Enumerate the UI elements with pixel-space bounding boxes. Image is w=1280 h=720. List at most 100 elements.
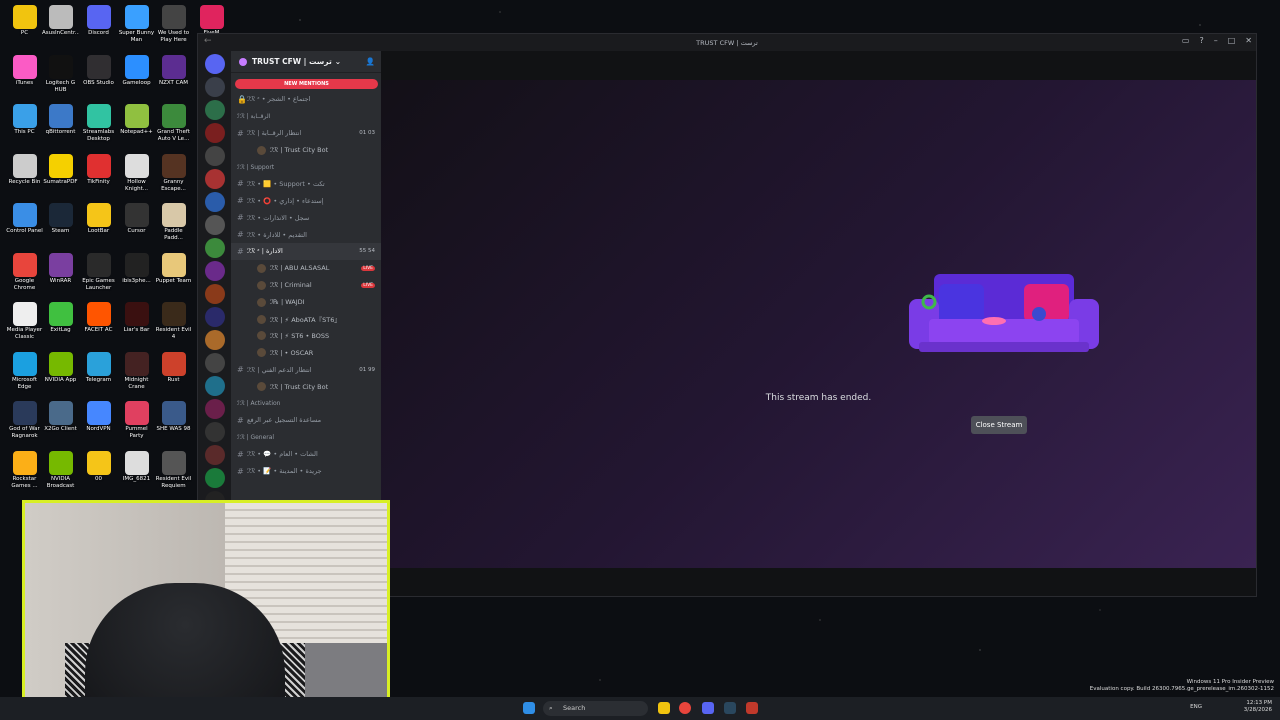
desktop-icon[interactable]: 00 — [80, 451, 117, 490]
voice-member[interactable]: ℐℛ | ⚡ AboATA『ST6』 — [231, 311, 381, 328]
desktop-icon[interactable]: Notepad++ — [118, 104, 155, 143]
desktop-icon[interactable]: LootBar — [80, 203, 117, 242]
server-icon[interactable] — [204, 468, 225, 488]
desktop-icon[interactable]: Hollow Knight... — [118, 154, 155, 193]
desktop-icon[interactable]: Gameloop — [118, 55, 155, 94]
desktop-icon[interactable]: Recycle Bin — [6, 154, 43, 193]
server-icon[interactable] — [204, 54, 225, 74]
desktop-icon[interactable]: Steam — [42, 203, 79, 242]
channel-item[interactable]: # ℐℛ • 🟨 • Support • تكت — [231, 175, 381, 192]
voice-member[interactable]: ℐ℞ | WAJDI — [231, 294, 381, 311]
desktop-icon[interactable]: God of War Ragnarok — [6, 401, 43, 440]
server-icon[interactable] — [204, 284, 225, 304]
server-header[interactable]: TRUST CFW | ترست ⌄ 👤 — [231, 51, 381, 73]
desktop-icon[interactable]: NordVPN — [80, 401, 117, 440]
windows-start-icon[interactable] — [523, 702, 535, 714]
server-icon[interactable] — [204, 376, 225, 396]
desktop-icon[interactable]: FACEIT AC — [80, 302, 117, 341]
desktop-icon[interactable]: Liar's Bar — [118, 302, 155, 341]
server-icon[interactable] — [204, 77, 225, 97]
desktop-icon[interactable]: Midnight Crane — [118, 352, 155, 391]
desktop-icon[interactable]: iTunes — [6, 55, 43, 94]
chrome-icon[interactable] — [679, 702, 691, 714]
desktop-icon[interactable]: Google Chrome — [6, 253, 43, 292]
channel-category[interactable]: ℐℛ | General — [231, 429, 381, 446]
desktop-icon[interactable]: Granny Escape... — [155, 154, 192, 193]
desktop-icon[interactable]: Resident Evil 4 — [155, 302, 192, 341]
desktop-icon[interactable]: SumatraPDF — [42, 154, 79, 193]
server-icon[interactable] — [204, 307, 225, 327]
new-mentions-banner[interactable]: NEW MENTIONS — [235, 79, 378, 89]
desktop-icon[interactable]: IMG_6821 — [118, 451, 155, 490]
desktop-icon[interactable]: Grand Theft Auto V Le... — [155, 104, 192, 143]
channel-item[interactable]: # مساعدة التسجيل عبر الرفع — [231, 412, 381, 429]
desktop-icon[interactable]: Paddle Padd... — [155, 203, 192, 242]
channel-item[interactable]: # ℐℛ ᶻ | الادارة 55 54 — [231, 243, 381, 260]
channel-category[interactable]: ℐℛ | الرقــابة — [231, 108, 381, 125]
desktop-icon[interactable]: Discord — [80, 5, 117, 44]
desktop-icon[interactable]: This PC — [6, 104, 43, 143]
system-tray[interactable]: ENG 12:13 PM 3/28/2026 — [1190, 700, 1272, 714]
server-icon[interactable] — [204, 445, 225, 465]
close-window-button[interactable]: ✕ — [1245, 36, 1252, 45]
voice-member[interactable]: ℐℛ | ⚡ ST6 • BOSS — [231, 327, 381, 344]
channel-item[interactable]: # ℐℛ • ⭕ • إستدعاء • إداري — [231, 192, 381, 209]
server-icon[interactable] — [204, 399, 225, 419]
voice-member[interactable]: ℐℛ | Trust City Bot — [231, 378, 381, 395]
desktop-icon[interactable]: Media Player Classic — [6, 302, 43, 341]
help-icon[interactable]: ? — [1199, 36, 1203, 45]
file-explorer-icon[interactable] — [658, 702, 670, 714]
desktop-icon[interactable]: AsusInCentr... — [42, 5, 79, 44]
desktop-icon[interactable]: ExitLag — [42, 302, 79, 341]
app-taskbar-icon[interactable] — [746, 702, 758, 714]
desktop-icon[interactable]: NVIDIA App — [42, 352, 79, 391]
server-icon[interactable] — [204, 100, 225, 120]
server-icon[interactable] — [204, 422, 225, 442]
channel-item[interactable]: # ℐℛ | انتظار الدعم الفني 01 99 — [231, 361, 381, 378]
channel-item[interactable]: # ℐℛ • سجل • الانذارات — [231, 209, 381, 226]
add-member-icon[interactable]: 👤 — [366, 57, 375, 66]
channel-category[interactable]: ℐℛ | Activation — [231, 395, 381, 412]
voice-member[interactable]: ℐℛ | Criminal LIVE — [231, 277, 381, 294]
desktop-icon[interactable]: We Used to Play Here — [155, 5, 192, 44]
desktop-icon[interactable]: PC — [6, 5, 43, 44]
desktop-icon[interactable]: Puppet Team — [155, 253, 192, 292]
channel-item[interactable]: # ℐℛ • 💬 • الشات • العام — [231, 446, 381, 463]
channel-item[interactable]: 🔒 ℐℛ ᶻ • اجتماع • الشجر — [231, 91, 381, 108]
desktop-icon[interactable]: qBittorrent — [42, 104, 79, 143]
minimize-button[interactable]: – — [1214, 36, 1218, 45]
server-icon[interactable] — [204, 261, 225, 281]
desktop-icon[interactable]: ibis3phe... — [118, 253, 155, 292]
desktop-icon[interactable]: Super Bunny Man — [118, 5, 155, 44]
desktop-icon[interactable]: Control Panel — [6, 203, 43, 242]
desktop-icon[interactable]: Telegram — [80, 352, 117, 391]
close-stream-button[interactable]: Close Stream — [971, 416, 1027, 434]
channel-item[interactable]: # ℐℛ | انتظار الرقــابة 01 03 — [231, 125, 381, 142]
voice-member[interactable]: ℐℛ | ABU ALSASAL LIVE — [231, 260, 381, 277]
server-icon[interactable] — [204, 238, 225, 258]
desktop-icon[interactable]: Epic Games Launcher — [80, 253, 117, 292]
desktop-icon[interactable]: Rust — [155, 352, 192, 391]
inbox-icon[interactable]: ▭ — [1182, 36, 1190, 45]
maximize-button[interactable]: □ — [1228, 36, 1236, 45]
desktop-icon[interactable]: OBS Studio — [80, 55, 117, 94]
desktop-icon[interactable]: SHE WAS 98 — [155, 401, 192, 440]
voice-member[interactable]: ℐℛ | Trust City Bot — [231, 142, 381, 159]
server-icon[interactable] — [204, 123, 225, 143]
channel-category[interactable]: ℐℛ | Support — [231, 159, 381, 176]
desktop-icon[interactable]: Rockstar Games ... — [6, 451, 43, 490]
desktop-icon[interactable]: Cursor — [118, 203, 155, 242]
steam-taskbar-icon[interactable] — [724, 702, 736, 714]
desktop-icon[interactable]: X2Go Client — [42, 401, 79, 440]
desktop-icon[interactable]: NVIDIA Broadcast — [42, 451, 79, 490]
desktop-icon[interactable]: NZXT CAM — [155, 55, 192, 94]
desktop-icon[interactable]: Resident Evil Requiem — [155, 451, 192, 490]
taskbar-search[interactable]: ⌕ Search — [543, 701, 648, 716]
discord-taskbar-icon[interactable] — [702, 702, 714, 714]
server-icon[interactable] — [204, 146, 225, 166]
voice-member[interactable]: ℐℛ | • OSCAR — [231, 344, 381, 361]
channel-item[interactable]: # ℐℛ • 📝 • جريدة • المدينة — [231, 463, 381, 480]
desktop-icon[interactable]: TikFinity — [80, 154, 117, 193]
channel-item[interactable]: # ℐℛ • التقديم • للادارة — [231, 226, 381, 243]
desktop-icon[interactable]: WinRAR — [42, 253, 79, 292]
